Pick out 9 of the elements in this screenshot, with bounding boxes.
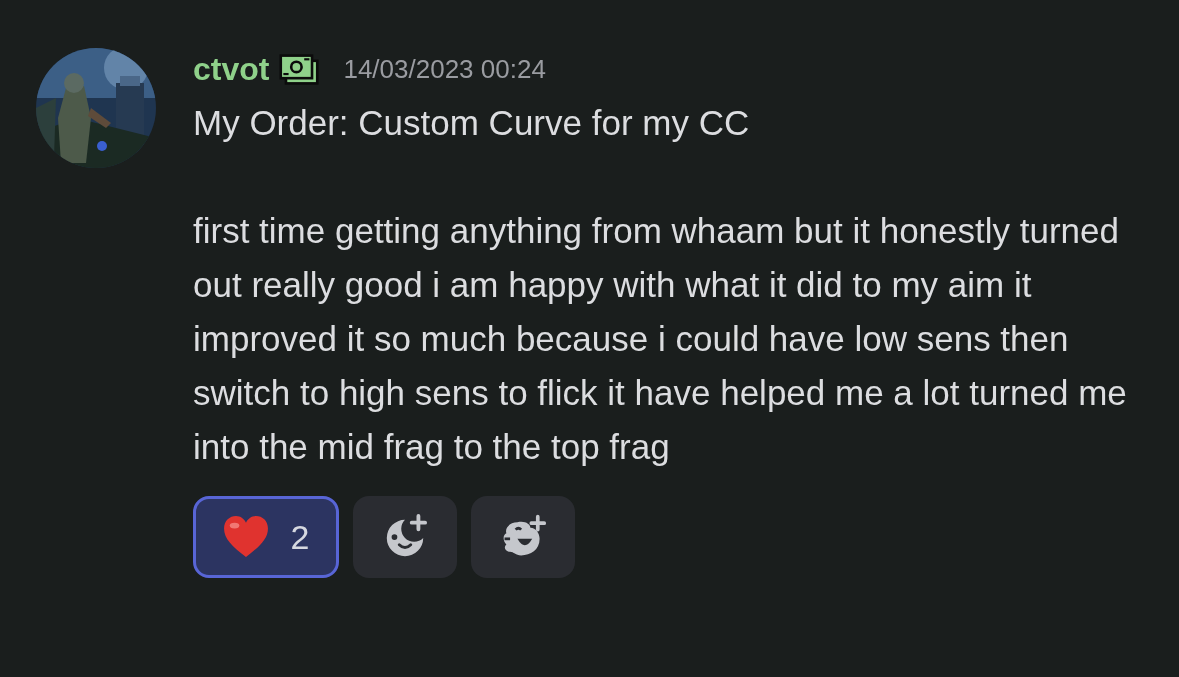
heart-icon xyxy=(222,516,269,558)
add-sticker-button[interactable] xyxy=(471,496,575,578)
message-text: first time getting anything from whaam but it honestly turned out really good i am happy with what it did to my aim it improved it so much because i could have low sens then switch to high sens to flick it have helped me a lot turned me into the mid frag to the top frag xyxy=(193,210,1128,468)
add-reaction-button[interactable] xyxy=(353,496,457,578)
reaction-button[interactable]: 2 xyxy=(193,496,339,578)
money-bill-icon xyxy=(279,52,320,86)
username[interactable]: ctvot xyxy=(193,50,270,88)
timestamp: 14/03/2023 00:24 xyxy=(343,53,546,85)
message-text: My Order: Custom Curve for my CC xyxy=(193,102,751,144)
